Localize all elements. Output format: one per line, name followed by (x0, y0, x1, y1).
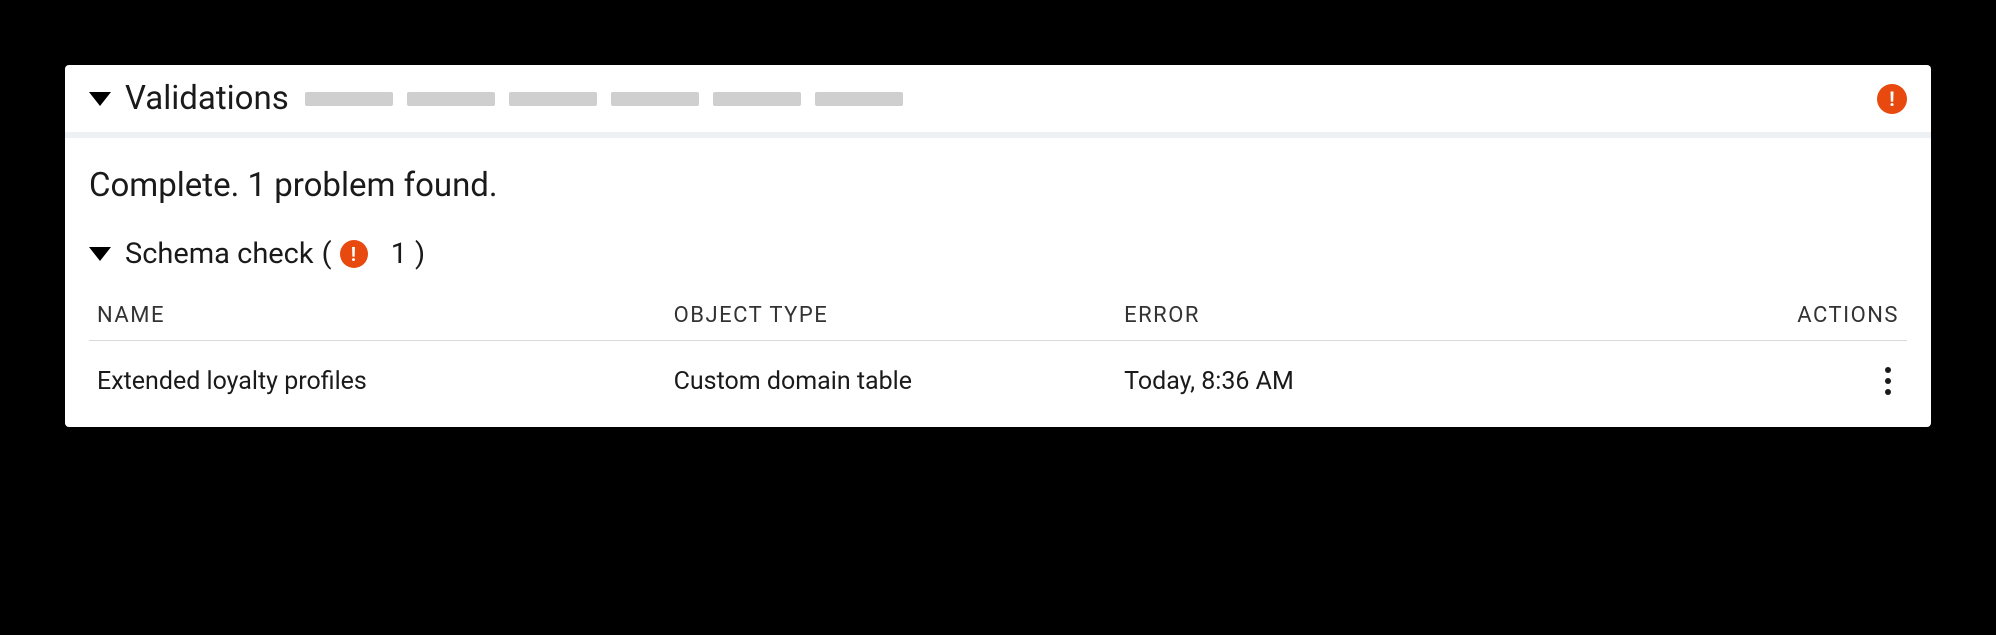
skeleton-placeholder-group (305, 92, 1861, 106)
subsection-title: Schema check (! 1) (125, 237, 425, 271)
panel-title: Validations (125, 79, 289, 118)
column-header-object-type: OBJECT TYPE (674, 303, 1125, 328)
skeleton-bar (611, 92, 699, 106)
warning-icon: ! (1877, 84, 1907, 114)
validations-table: NAME OBJECT TYPE ERROR ACTIONS Extended … (89, 291, 1907, 415)
panel-header: Validations ! (65, 65, 1931, 138)
table-row: Extended loyalty profiles Custom domain … (89, 341, 1907, 415)
cell-object-type: Custom domain table (674, 367, 1125, 396)
table-header: NAME OBJECT TYPE ERROR ACTIONS (89, 291, 1907, 341)
kebab-icon (1885, 389, 1891, 395)
panel-header-toggle[interactable]: Validations (89, 79, 289, 118)
subsection-label: Schema check (125, 237, 314, 271)
skeleton-bar (305, 92, 393, 106)
skeleton-bar (407, 92, 495, 106)
cell-name: Extended loyalty profiles (97, 367, 674, 396)
warning-icon: ! (340, 240, 368, 268)
column-header-error: ERROR (1124, 303, 1701, 328)
cell-actions (1701, 363, 1899, 399)
cell-error: Today, 8:36 AM (1124, 367, 1701, 396)
caret-down-icon (89, 247, 111, 261)
schema-check-toggle[interactable]: Schema check (! 1) (89, 237, 1907, 271)
subsection-count: 1 (391, 237, 407, 271)
row-actions-button[interactable] (1881, 363, 1895, 399)
status-text: Complete. 1 problem found. (89, 166, 1907, 205)
panel-body: Complete. 1 problem found. Schema check … (65, 138, 1931, 427)
skeleton-bar (509, 92, 597, 106)
kebab-icon (1885, 378, 1891, 384)
subsection-count-wrap: (! 1) (322, 237, 426, 271)
validations-panel: Validations ! Complete. 1 problem found.… (65, 65, 1931, 427)
skeleton-bar (815, 92, 903, 106)
header-status: ! (1877, 84, 1907, 114)
column-header-name: NAME (97, 303, 674, 328)
column-header-actions: ACTIONS (1701, 303, 1899, 328)
skeleton-bar (713, 92, 801, 106)
kebab-icon (1885, 367, 1891, 373)
caret-down-icon (89, 92, 111, 106)
